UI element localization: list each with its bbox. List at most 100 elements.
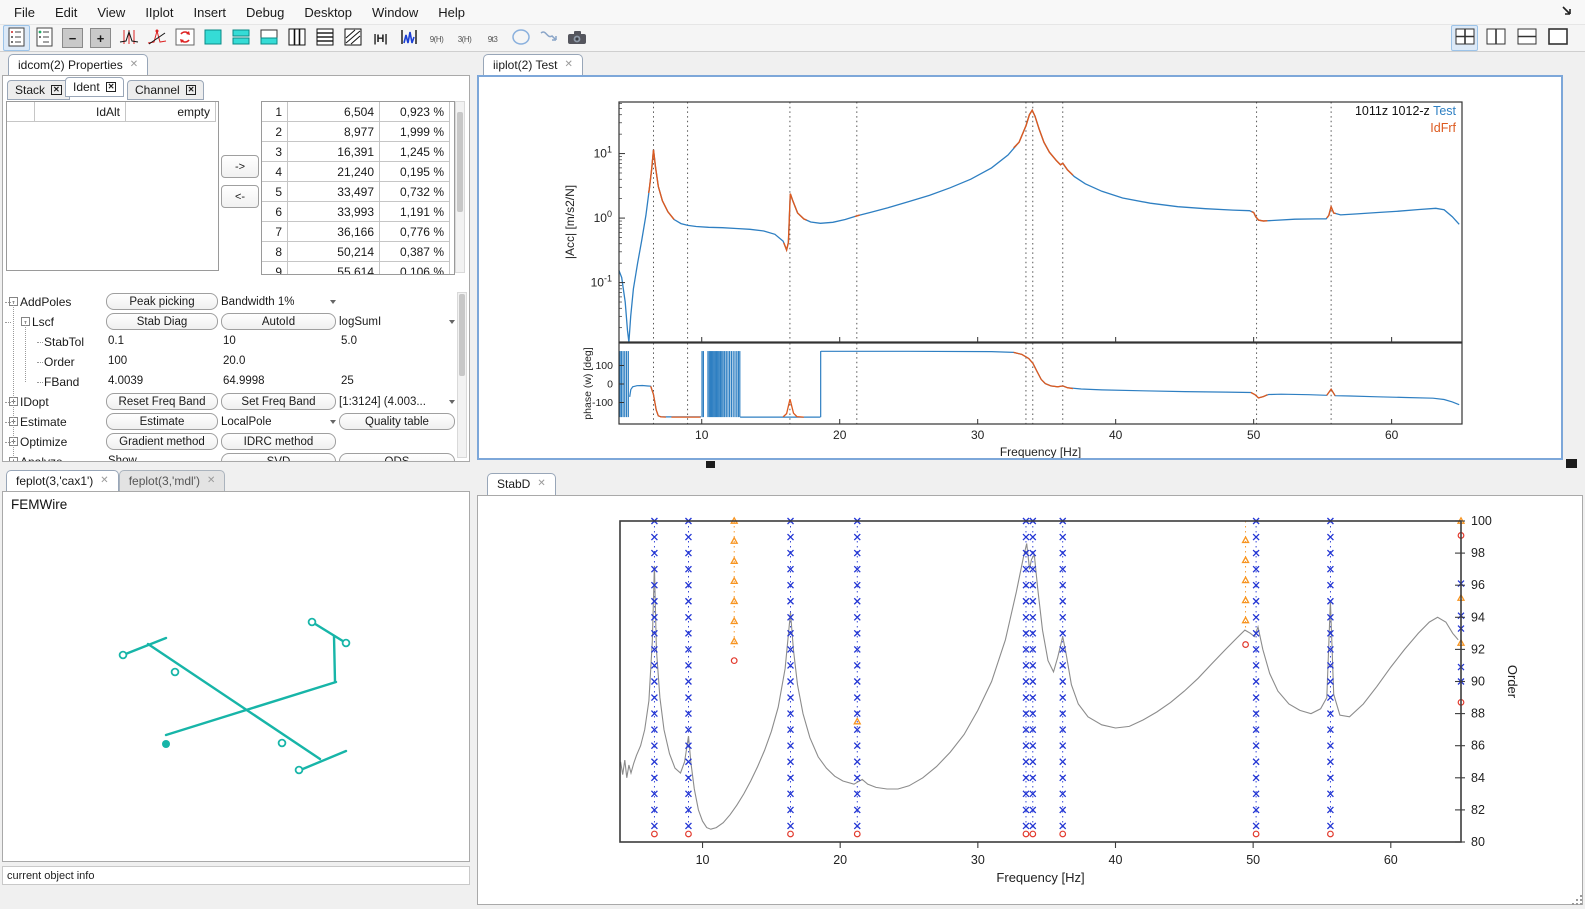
menu-item-desktop[interactable]: Desktop <box>294 1 362 24</box>
pole-table-scrollbar[interactable] <box>455 101 465 273</box>
pole-table-cell: 5 <box>262 182 288 202</box>
curve-properties-icon[interactable] <box>3 25 30 51</box>
prop-dropdown--1-3124-4-003-[interactable]: [1:3124] (4.003... <box>339 393 455 410</box>
abs-frf-icon[interactable]: |H| <box>367 25 394 51</box>
idalt-table[interactable]: IdAltempty <box>6 101 219 271</box>
prop-button-peak-picking[interactable]: Peak picking <box>106 293 218 310</box>
frf-9h-icon[interactable]: 9(H) <box>423 25 450 51</box>
close-icon[interactable]: ✕ <box>564 60 572 70</box>
menu-item-view[interactable]: View <box>87 1 135 24</box>
snapshot-icon[interactable] <box>563 25 590 51</box>
view-surface-icon[interactable] <box>199 25 226 51</box>
channel-properties-icon[interactable] <box>31 25 58 51</box>
pole-table-cell: 2 <box>262 122 288 142</box>
move-right-button[interactable]: -> <box>221 155 259 178</box>
stabilization-diagram[interactable]: 80828486889092949698100Order102030405060… <box>478 496 1582 904</box>
view-rows-icon[interactable] <box>311 25 338 51</box>
scrollbar-thumb[interactable] <box>457 112 463 212</box>
idcom-tab-label: idcom(2) Properties <box>18 58 123 72</box>
tab-stabd[interactable]: StabD ✕ <box>487 473 556 495</box>
frf-plot[interactable]: 10110010-11020304050601000-100|Acc| [m/s… <box>479 77 1561 458</box>
menu-item-insert[interactable]: Insert <box>184 1 237 24</box>
subtab-channel[interactable]: Channel✕ <box>127 80 204 100</box>
prop-button-stab-diag[interactable]: Stab Diag <box>106 313 218 330</box>
prop-button-idrc-method[interactable]: IDRC method <box>221 433 336 450</box>
frf-3h-icon[interactable]: 3(H) <box>451 25 478 51</box>
pole-table-cell: 21,240 <box>288 162 380 182</box>
menu-item-file[interactable]: File <box>4 1 45 24</box>
freq-tick-label: 40 <box>1109 428 1123 442</box>
sash-grip[interactable] <box>706 461 715 468</box>
freq-tick-label: 20 <box>833 853 847 867</box>
pole-table-row[interactable]: 955,6140,106 % <box>262 262 454 275</box>
pole-table-row[interactable]: 16,5040,923 % <box>262 102 454 122</box>
layout-columns-button[interactable] <box>1482 25 1509 51</box>
prop-button-autoid[interactable]: AutoId <box>221 313 336 330</box>
close-icon[interactable]: ✕ <box>106 82 117 92</box>
sash-grip[interactable] <box>1566 459 1577 468</box>
prop-button-estimate[interactable]: Estimate <box>106 413 218 430</box>
dock-arrow-icon[interactable] <box>1561 5 1573 20</box>
order-tick-label: 98 <box>1471 546 1485 560</box>
close-icon[interactable]: ✕ <box>51 85 62 95</box>
frf-9t3-icon[interactable]: 9t3 <box>479 25 506 51</box>
subtab-ident[interactable]: Ident✕ <box>65 77 124 97</box>
pole-table-row[interactable]: 736,1660,776 % <box>262 222 454 242</box>
prop-label: Estimate <box>20 415 67 429</box>
menu-item-window[interactable]: Window <box>362 1 428 24</box>
layout-grid-button[interactable] <box>1451 25 1478 51</box>
freq-tick-label: 40 <box>1109 853 1123 867</box>
layout-single-button[interactable] <box>1544 25 1571 51</box>
close-icon[interactable]: ✕ <box>186 85 197 95</box>
prop-button-set-freq-band[interactable]: Set Freq Band <box>221 393 336 410</box>
move-left-button[interactable]: <- <box>221 185 259 208</box>
close-icon[interactable]: ✕ <box>130 60 138 70</box>
subtab-stack[interactable]: Stack✕ <box>7 80 70 100</box>
pole-marker-icon[interactable] <box>143 25 170 51</box>
prop-button-ods[interactable]: ODS <box>339 453 455 462</box>
tab-idcom-properties[interactable]: idcom(2) Properties ✕ <box>8 54 148 76</box>
prop-button-svd[interactable]: SVD <box>221 453 336 462</box>
tab-feplot-3-mdl-[interactable]: feplot(3,'mdl')✕ <box>119 470 226 492</box>
prop-scrollbar[interactable] <box>457 292 467 458</box>
prop-dropdown-logsumi[interactable]: logSumI <box>339 313 455 330</box>
peak-picking-icon[interactable] <box>115 25 142 51</box>
resize-grip[interactable] <box>1570 893 1584 907</box>
pole-table-row[interactable]: 421,2400,195 % <box>262 162 454 182</box>
prop-button-reset-freq-band[interactable]: Reset Freq Band <box>106 393 218 410</box>
pole-table-row[interactable]: 28,9771,999 % <box>262 122 454 142</box>
zoom-in-button[interactable]: + <box>87 25 114 51</box>
pole-table-row[interactable]: 633,9931,191 % <box>262 202 454 222</box>
menu-item-help[interactable]: Help <box>428 1 475 24</box>
prop-button-quality-table[interactable]: Quality table <box>339 413 455 430</box>
menu-item-iiplot[interactable]: IIplot <box>135 1 183 24</box>
zoom-out-button[interactable]: − <box>59 25 86 51</box>
menu-item-debug[interactable]: Debug <box>236 1 294 24</box>
view-split-icon[interactable] <box>227 25 254 51</box>
pole-table-row[interactable]: 850,2140,387 % <box>262 242 454 262</box>
close-icon[interactable]: ✕ <box>100 476 108 486</box>
close-icon[interactable]: ✕ <box>207 476 215 486</box>
close-icon[interactable]: ✕ <box>537 479 545 489</box>
line-pick-icon[interactable] <box>535 25 562 51</box>
pole-table-row[interactable]: 533,4970,732 % <box>262 182 454 202</box>
prop-dropdown-bandwidth-1-[interactable]: Bandwidth 1% <box>221 293 336 310</box>
circle-select-icon[interactable] <box>507 25 534 51</box>
fem-wireframe-view[interactable] <box>3 492 469 861</box>
layout-rows-button[interactable] <box>1513 25 1540 51</box>
prop-button-gradient-method[interactable]: Gradient method <box>106 433 218 450</box>
wireframe-node <box>279 740 286 747</box>
view-waterfall-icon[interactable] <box>339 25 366 51</box>
pole-table-row[interactable]: 316,3911,245 % <box>262 142 454 162</box>
menu-item-edit[interactable]: Edit <box>45 1 87 24</box>
refresh-icon[interactable] <box>171 25 198 51</box>
chevron-down-icon <box>330 420 336 424</box>
phase-frf-icon[interactable] <box>395 25 422 51</box>
tab-iiplot-test[interactable]: iiplot(2) Test ✕ <box>483 54 583 76</box>
scrollbar-thumb[interactable] <box>459 294 465 376</box>
tab-feplot-3-cax1-[interactable]: feplot(3,'cax1')✕ <box>6 470 119 492</box>
view-columns-icon[interactable] <box>283 25 310 51</box>
view-bottom-icon[interactable] <box>255 25 282 51</box>
pole-table[interactable]: 16,5040,923 %28,9771,999 %316,3911,245 %… <box>261 101 455 275</box>
prop-dropdown-localpole[interactable]: LocalPole <box>221 413 336 430</box>
